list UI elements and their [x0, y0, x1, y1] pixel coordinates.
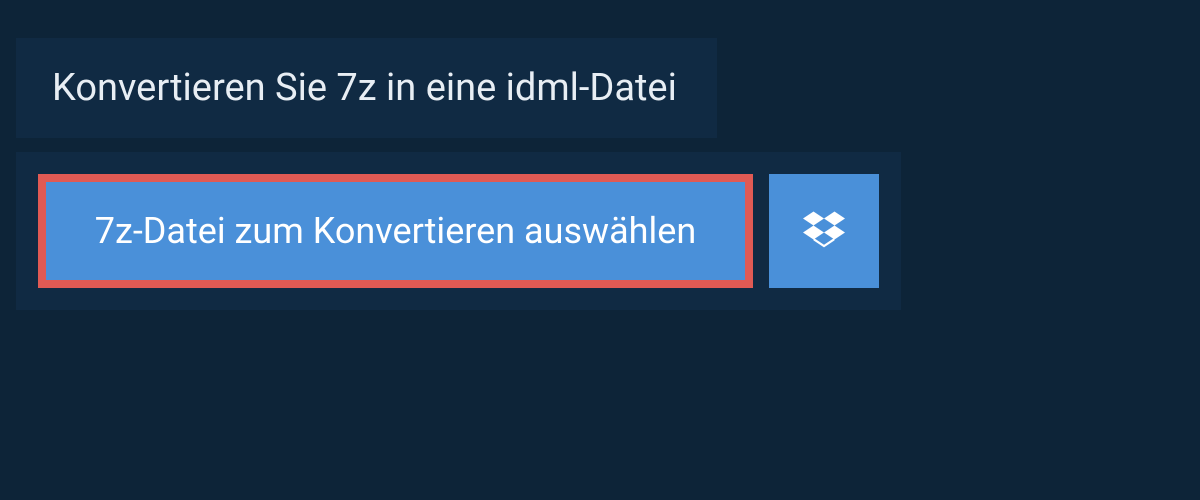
dropbox-icon: [803, 208, 845, 254]
select-file-label: 7z-Datei zum Konvertieren auswählen: [95, 210, 697, 252]
upload-panel: 7z-Datei zum Konvertieren auswählen: [16, 152, 901, 310]
header-bar: Konvertieren Sie 7z in eine idml-Datei: [16, 38, 717, 138]
select-file-button[interactable]: 7z-Datei zum Konvertieren auswählen: [38, 174, 753, 288]
dropbox-button[interactable]: [769, 174, 879, 288]
page-title: Konvertieren Sie 7z in eine idml-Datei: [52, 66, 677, 110]
